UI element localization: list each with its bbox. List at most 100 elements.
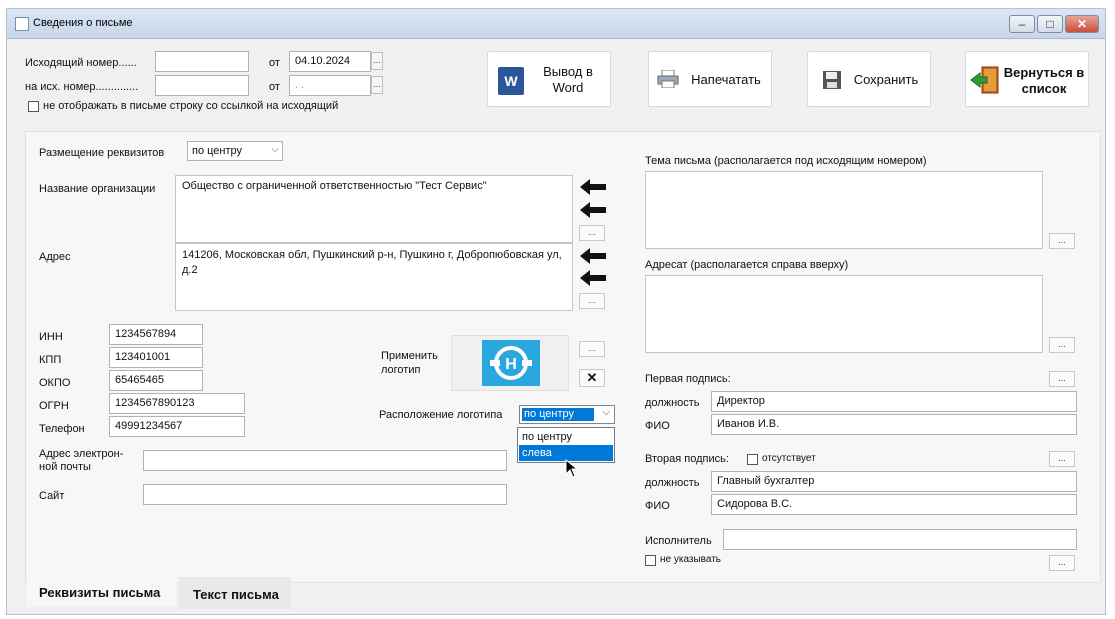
- executor-more-button[interactable]: ...: [1049, 555, 1075, 571]
- first-signature-position-label: должность: [645, 397, 700, 409]
- print-button[interactable]: Напечатать: [648, 51, 772, 107]
- addressee-label: Адресат (располагается справа вверху): [645, 259, 849, 271]
- letter-details-window: Сведения о письме – □ ✕ Исходящий номер.…: [6, 8, 1106, 615]
- tab-letter-text-label: Текст письма: [193, 587, 279, 602]
- absent-checkbox-label: отсутствует: [762, 453, 816, 464]
- copy-org-name-short-arrow-icon[interactable]: [579, 201, 607, 219]
- placement-select-value: по центру: [192, 145, 243, 157]
- site-field[interactable]: [143, 484, 507, 505]
- from-label-1: от: [269, 57, 280, 69]
- logo-browse-button[interactable]: ...: [579, 341, 605, 357]
- second-signature-position-field[interactable]: Главный бухгалтер: [711, 471, 1077, 492]
- subject-more-button[interactable]: ...: [1049, 233, 1075, 249]
- copy-address-arrow-icon[interactable]: [579, 247, 607, 265]
- address-label: Адрес: [39, 251, 71, 263]
- logo-position-select-value: по центру: [522, 408, 594, 421]
- org-name-label: Название организации: [39, 183, 156, 195]
- dropdown-option-center[interactable]: по центру: [519, 429, 613, 445]
- kpp-field[interactable]: 123401001: [109, 347, 203, 368]
- word-icon: W: [498, 67, 524, 95]
- logo-position-label: Расположение логотипа: [379, 409, 503, 421]
- first-signature-fio-label: ФИО: [645, 420, 670, 432]
- date-1-field[interactable]: 04.10.2024: [289, 51, 371, 72]
- save-label: Сохранить: [853, 72, 919, 87]
- second-signature-position-label: должность: [645, 477, 700, 489]
- title-bar: Сведения о письме – □ ✕: [7, 9, 1105, 39]
- tab-letter-requisites[interactable]: Реквизиты письма: [27, 575, 177, 607]
- apply-logo-label: Применить логотип: [381, 350, 438, 376]
- executor-field[interactable]: [723, 529, 1077, 550]
- mouse-cursor-icon: [565, 459, 579, 478]
- remove-logo-button[interactable]: ✕: [579, 369, 605, 387]
- executor-label: Исполнитель: [645, 535, 712, 547]
- export-word-button[interactable]: W Вывод в Word: [487, 51, 611, 107]
- hide-link-checkbox[interactable]: [28, 101, 39, 112]
- addressee-more-button[interactable]: ...: [1049, 337, 1075, 353]
- first-signature-more-button[interactable]: ...: [1049, 371, 1075, 387]
- ogrn-field[interactable]: 1234567890123: [109, 393, 245, 414]
- close-icon: ✕: [586, 370, 598, 385]
- tab-letter-text[interactable]: Текст письма: [179, 577, 291, 609]
- first-signature-fio-field[interactable]: Иванов И.В.: [711, 414, 1077, 435]
- subject-label: Тема письма (располагается под исходящим…: [645, 155, 927, 167]
- okpo-field[interactable]: 65465465: [109, 370, 203, 391]
- date-1-picker-button[interactable]: ...: [371, 52, 383, 70]
- export-word-label: Вывод в Word: [543, 64, 593, 95]
- maximize-button[interactable]: □: [1037, 15, 1063, 33]
- address-textarea[interactable]: 141206, Московская обл, Пушкинский р-н, …: [175, 243, 573, 311]
- placement-select[interactable]: по центру ⌵: [187, 141, 283, 161]
- logo-position-dropdown: по центру слева: [517, 427, 615, 463]
- reply-number-label: на исх. номер..............: [25, 81, 139, 93]
- email-label: Адрес электрон-ной почты: [39, 448, 124, 473]
- second-signature-more-button[interactable]: ...: [1049, 451, 1075, 467]
- first-signature-label: Первая подпись:: [645, 373, 731, 385]
- first-signature-position-field[interactable]: Директор: [711, 391, 1077, 412]
- date-2-field[interactable]: . .: [289, 75, 371, 96]
- ogrn-label: ОГРН: [39, 400, 69, 412]
- kpp-label: КПП: [39, 354, 62, 366]
- tab-letter-requisites-label: Реквизиты письма: [39, 585, 161, 600]
- date-2-picker-button[interactable]: ...: [371, 76, 383, 94]
- back-to-list-button[interactable]: Вернуться в список: [965, 51, 1089, 107]
- absent-checkbox[interactable]: [747, 454, 758, 465]
- phone-field[interactable]: 49991234567: [109, 416, 245, 437]
- chevron-down-icon: ⌵: [602, 407, 610, 418]
- inn-field[interactable]: 1234567894: [109, 324, 203, 345]
- placement-label: Размещение реквизитов: [39, 147, 165, 159]
- hide-link-checkbox-label: не отображать в письме строку со ссылкой…: [43, 100, 339, 112]
- outgoing-number-field[interactable]: [155, 51, 249, 72]
- save-button[interactable]: Сохранить: [807, 51, 931, 107]
- not-specify-checkbox[interactable]: [645, 555, 656, 566]
- floppy-disk-icon: [822, 70, 842, 90]
- close-button[interactable]: ✕: [1065, 15, 1099, 33]
- addressee-textarea[interactable]: [645, 275, 1043, 353]
- email-field[interactable]: [143, 450, 507, 471]
- logo-image: H: [482, 340, 540, 386]
- outgoing-number-label: Исходящий номер......: [25, 57, 137, 69]
- reply-number-field[interactable]: [155, 75, 249, 96]
- phone-label: Телефон: [39, 423, 85, 435]
- okpo-label: ОКПО: [39, 377, 71, 389]
- from-label-2: от: [269, 81, 280, 93]
- org-name-textarea[interactable]: Общество с ограниченной ответственностью…: [175, 175, 573, 243]
- print-label: Напечатать: [691, 72, 761, 87]
- svg-text:H: H: [505, 356, 517, 373]
- logo-position-select[interactable]: по центру ⌵: [519, 405, 615, 424]
- subject-textarea[interactable]: [645, 171, 1043, 249]
- printer-icon: [657, 69, 679, 89]
- second-signature-fio-field[interactable]: Сидорова В.С.: [711, 494, 1077, 515]
- app-icon: [15, 17, 29, 31]
- minimize-button[interactable]: –: [1009, 15, 1035, 33]
- address-more-button[interactable]: ...: [579, 293, 605, 309]
- chevron-down-icon: ⌵: [271, 144, 279, 155]
- org-name-more-button[interactable]: ...: [579, 225, 605, 241]
- copy-address-short-arrow-icon[interactable]: [579, 269, 607, 287]
- inn-label: ИНН: [39, 331, 63, 343]
- window-title: Сведения о письме: [33, 17, 133, 29]
- site-label: Сайт: [39, 490, 65, 502]
- logo-preview[interactable]: H: [451, 335, 569, 391]
- second-signature-label: Вторая подпись:: [645, 453, 729, 465]
- not-specify-checkbox-label: не указывать: [660, 554, 722, 565]
- copy-org-name-arrow-icon[interactable]: [579, 178, 607, 196]
- second-signature-fio-label: ФИО: [645, 500, 670, 512]
